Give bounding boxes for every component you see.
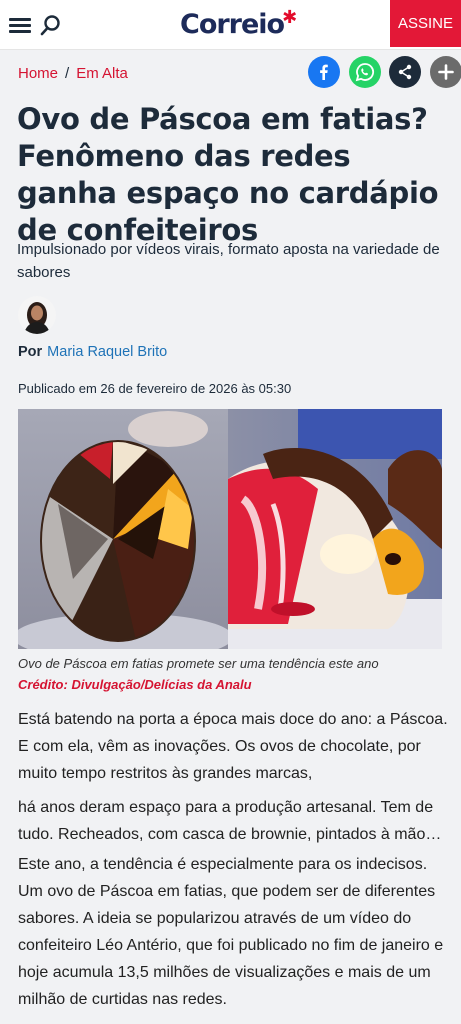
publish-date: Publicado em 26 de fevereiro de 2026 às … (18, 381, 292, 396)
article-paragraph: Está batendo na porta a época mais doce … (18, 711, 448, 782)
logo-star-icon: ✱ (282, 7, 298, 27)
image-credit: Crédito: Divulgação/Delícias da Analu (18, 677, 252, 692)
breadcrumb-home[interactable]: Home (18, 65, 58, 82)
image-caption: Ovo de Páscoa em fatias promete ser uma … (18, 656, 379, 671)
article-paragraph: Este ano, a tendência é especialmente pa… (18, 856, 444, 1008)
whatsapp-share-button[interactable] (349, 56, 381, 88)
menu-icon[interactable] (8, 13, 32, 37)
plus-icon (438, 64, 454, 80)
whatsapp-icon (355, 63, 374, 82)
byline-prefix: Por (18, 344, 43, 360)
article-paragraph: há anos deram espaço para a produção art… (18, 799, 442, 843)
article-subtitle: Impulsionado por vídeos virais, formato … (17, 241, 440, 281)
breadcrumb-row: Home / Em Alta (18, 56, 461, 90)
more-share-button[interactable] (430, 56, 461, 88)
byline: Por Maria Raquel Brito (18, 344, 167, 360)
share-button[interactable] (389, 56, 421, 88)
author-link[interactable]: Maria Raquel Brito (47, 344, 167, 360)
site-logo[interactable]: Correio ✱ (180, 6, 297, 46)
facebook-icon (320, 64, 328, 80)
breadcrumb-section[interactable]: Em Alta (76, 65, 128, 82)
search-icon[interactable] (39, 13, 63, 37)
article-title: Ovo de Páscoa em fatias? Fenômeno das re… (17, 102, 439, 247)
subscribe-button[interactable]: ASSINE (390, 0, 461, 47)
author-avatar[interactable] (18, 296, 56, 334)
article-image[interactable] (18, 409, 442, 649)
logo-text: Correio (180, 9, 285, 40)
share-icon (398, 64, 412, 80)
facebook-share-button[interactable] (308, 56, 340, 88)
breadcrumb-separator: / (65, 64, 70, 82)
site-header: Correio ✱ ASSINE (0, 0, 461, 50)
